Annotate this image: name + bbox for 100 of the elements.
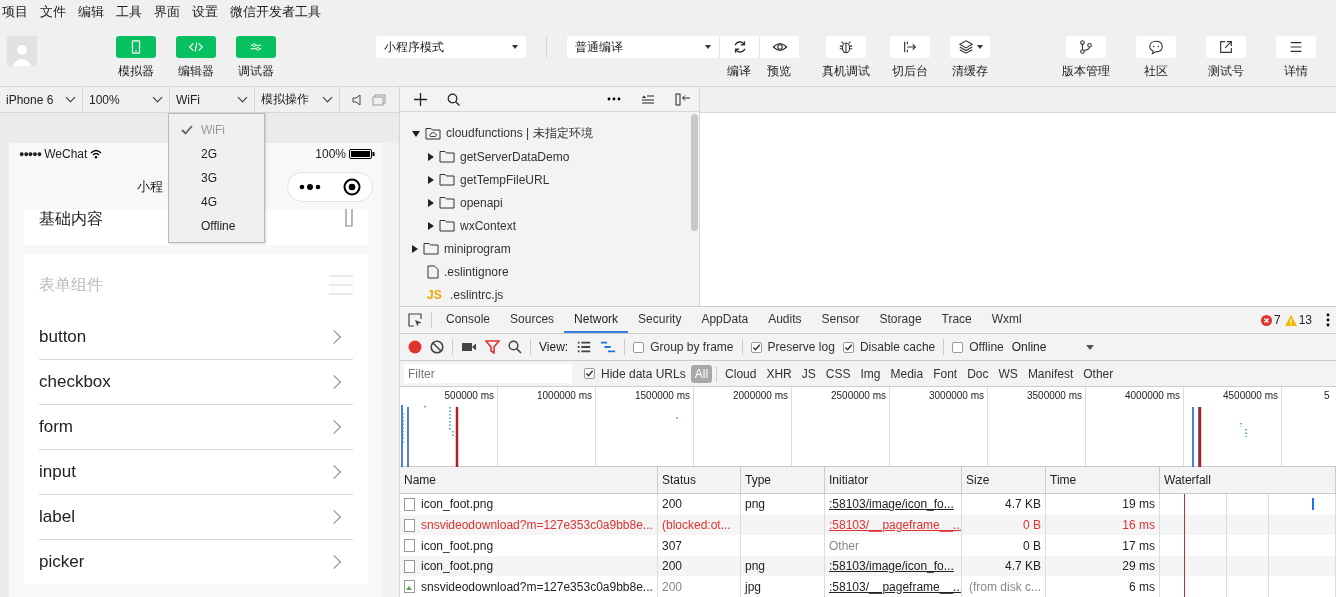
camera-icon[interactable] — [461, 341, 477, 354]
compile-button[interactable] — [719, 36, 759, 58]
simulator-select[interactable]: 100% — [83, 87, 170, 112]
column-header[interactable]: Type — [745, 472, 771, 487]
scrollbar-thumb[interactable] — [691, 114, 698, 231]
initiator-link[interactable]: :58103/image/icon_fo... — [829, 559, 954, 574]
network-option[interactable]: Offline — [169, 214, 264, 238]
inspect-icon[interactable] — [408, 312, 423, 328]
component-item[interactable]: button — [39, 327, 87, 347]
devtools-tab[interactable]: Storage — [869, 307, 932, 334]
speaker-icon[interactable] — [352, 93, 362, 106]
toolbar-button[interactable] — [826, 36, 866, 58]
tree-item-label[interactable]: getTempFileURL — [460, 172, 550, 187]
checkbox[interactable] — [842, 341, 854, 353]
request-name[interactable]: icon_foot.png — [421, 538, 494, 553]
toolbar-button[interactable] — [950, 36, 990, 58]
scrollbar-track[interactable] — [383, 143, 399, 597]
devtools-tab[interactable]: AppData — [691, 307, 759, 334]
menu-item[interactable]: 设置 — [192, 3, 218, 21]
column-header[interactable]: Time — [1050, 472, 1077, 487]
expand-arrow-icon[interactable] — [428, 152, 434, 161]
tree-item-label[interactable]: miniprogram — [444, 241, 511, 256]
expand-arrow-icon[interactable] — [412, 244, 418, 253]
expand-arrow-icon[interactable] — [412, 130, 420, 137]
column-header[interactable]: Waterfall — [1164, 472, 1211, 487]
toolbar-button[interactable] — [1206, 36, 1246, 58]
devtools-tab[interactable]: Sensor — [811, 307, 870, 334]
type-filter[interactable]: Media — [886, 364, 928, 383]
component-item[interactable]: picker — [39, 552, 85, 572]
collapse-all-icon[interactable] — [641, 94, 655, 104]
section-title[interactable]: 基础内容 — [39, 209, 103, 230]
initiator-link[interactable]: :58103/image/icon_fo... — [829, 497, 954, 512]
network-option[interactable]: 2G — [169, 142, 264, 166]
checkbox[interactable] — [952, 341, 964, 353]
view-toggle-button[interactable] — [176, 36, 216, 58]
request-name[interactable]: snsvideodownload?m=127e353c0a9bb8e... — [421, 518, 653, 532]
request-name[interactable]: icon_foot.png — [421, 559, 494, 574]
close-icon[interactable] — [343, 178, 362, 196]
toolbar-button[interactable] — [1136, 36, 1176, 58]
compile-select[interactable]: 普通编译 — [567, 36, 719, 58]
kebab-menu-icon[interactable] — [1326, 313, 1330, 328]
type-filter[interactable]: XHR — [762, 364, 796, 383]
devtools-tab[interactable]: Wxml — [981, 307, 1032, 334]
expand-arrow-icon[interactable] — [428, 175, 434, 184]
more-icon[interactable] — [607, 97, 621, 101]
type-filter[interactable]: JS — [797, 364, 820, 383]
type-filter[interactable]: WS — [994, 364, 1022, 383]
simulator-select[interactable]: iPhone 6 — [0, 87, 83, 112]
view-toggle-button[interactable] — [116, 36, 156, 58]
search-icon[interactable] — [447, 92, 460, 106]
column-header[interactable]: Name — [404, 472, 436, 487]
component-item[interactable]: input — [39, 462, 76, 482]
clear-icon[interactable] — [430, 340, 444, 355]
network-option[interactable]: 4G — [169, 190, 264, 214]
type-filter[interactable]: Font — [929, 364, 962, 383]
toolbar-button[interactable] — [890, 36, 930, 58]
toolbar-button[interactable] — [1066, 36, 1106, 58]
menu-item[interactable]: 界面 — [154, 3, 180, 21]
tree-item-label[interactable]: wxContext — [460, 218, 517, 233]
menu-item[interactable]: 编辑 — [78, 3, 104, 21]
tree-item-label[interactable]: getServerDataDemo — [460, 149, 570, 164]
expand-arrow-icon[interactable] — [428, 221, 434, 230]
devtools-tab[interactable]: Security — [628, 307, 692, 334]
view-toggle-button[interactable] — [236, 36, 276, 58]
checkbox[interactable] — [633, 341, 645, 353]
tree-item-label[interactable]: openapi — [460, 195, 503, 210]
type-filter[interactable]: Img — [856, 364, 885, 383]
devtools-tab[interactable]: Sources — [500, 307, 565, 334]
menu-item[interactable]: 微信开发者工具 — [230, 3, 321, 21]
mode-select[interactable]: 小程序模式 — [376, 36, 526, 58]
devtools-tab[interactable]: Console — [436, 307, 501, 334]
devtools-tab[interactable]: Audits — [758, 307, 812, 334]
request-name[interactable]: icon_foot.png — [421, 497, 494, 512]
filter-icon[interactable] — [485, 340, 500, 355]
column-header[interactable]: Status — [662, 472, 697, 487]
devtools-tab[interactable]: Trace — [931, 307, 982, 334]
preview-button[interactable] — [759, 36, 799, 58]
column-header[interactable]: Size — [966, 472, 990, 487]
capsule-button[interactable] — [287, 172, 374, 202]
record-icon[interactable] — [408, 340, 422, 355]
component-item[interactable]: checkbox — [39, 372, 111, 392]
throttle-select[interactable]: Online — [1011, 340, 1095, 355]
type-filter[interactable]: Doc — [963, 364, 993, 383]
tree-item-label[interactable]: .eslintignore — [444, 264, 509, 279]
type-filter[interactable]: CSS — [821, 364, 855, 383]
add-icon[interactable] — [414, 92, 427, 106]
column-header[interactable]: Initiator — [829, 472, 869, 487]
type-filter[interactable]: Other — [1079, 364, 1118, 383]
filter-field[interactable]: Filter — [404, 364, 572, 384]
tree-item-label[interactable]: .eslintrc.js — [450, 287, 504, 302]
expand-arrow-icon[interactable] — [428, 198, 434, 207]
toolbar-button[interactable] — [1276, 36, 1316, 58]
network-option[interactable]: 3G — [169, 166, 264, 190]
component-item[interactable]: label — [39, 507, 75, 527]
menu-item[interactable]: 工具 — [116, 3, 142, 21]
collapse-panel-icon[interactable] — [675, 92, 691, 106]
more-icon[interactable] — [299, 183, 322, 191]
menu-item[interactable]: 项目 — [2, 3, 28, 21]
component-item[interactable]: form — [39, 417, 73, 437]
tree-item-label[interactable]: cloudfunctions | 未指定环境 — [446, 125, 593, 142]
